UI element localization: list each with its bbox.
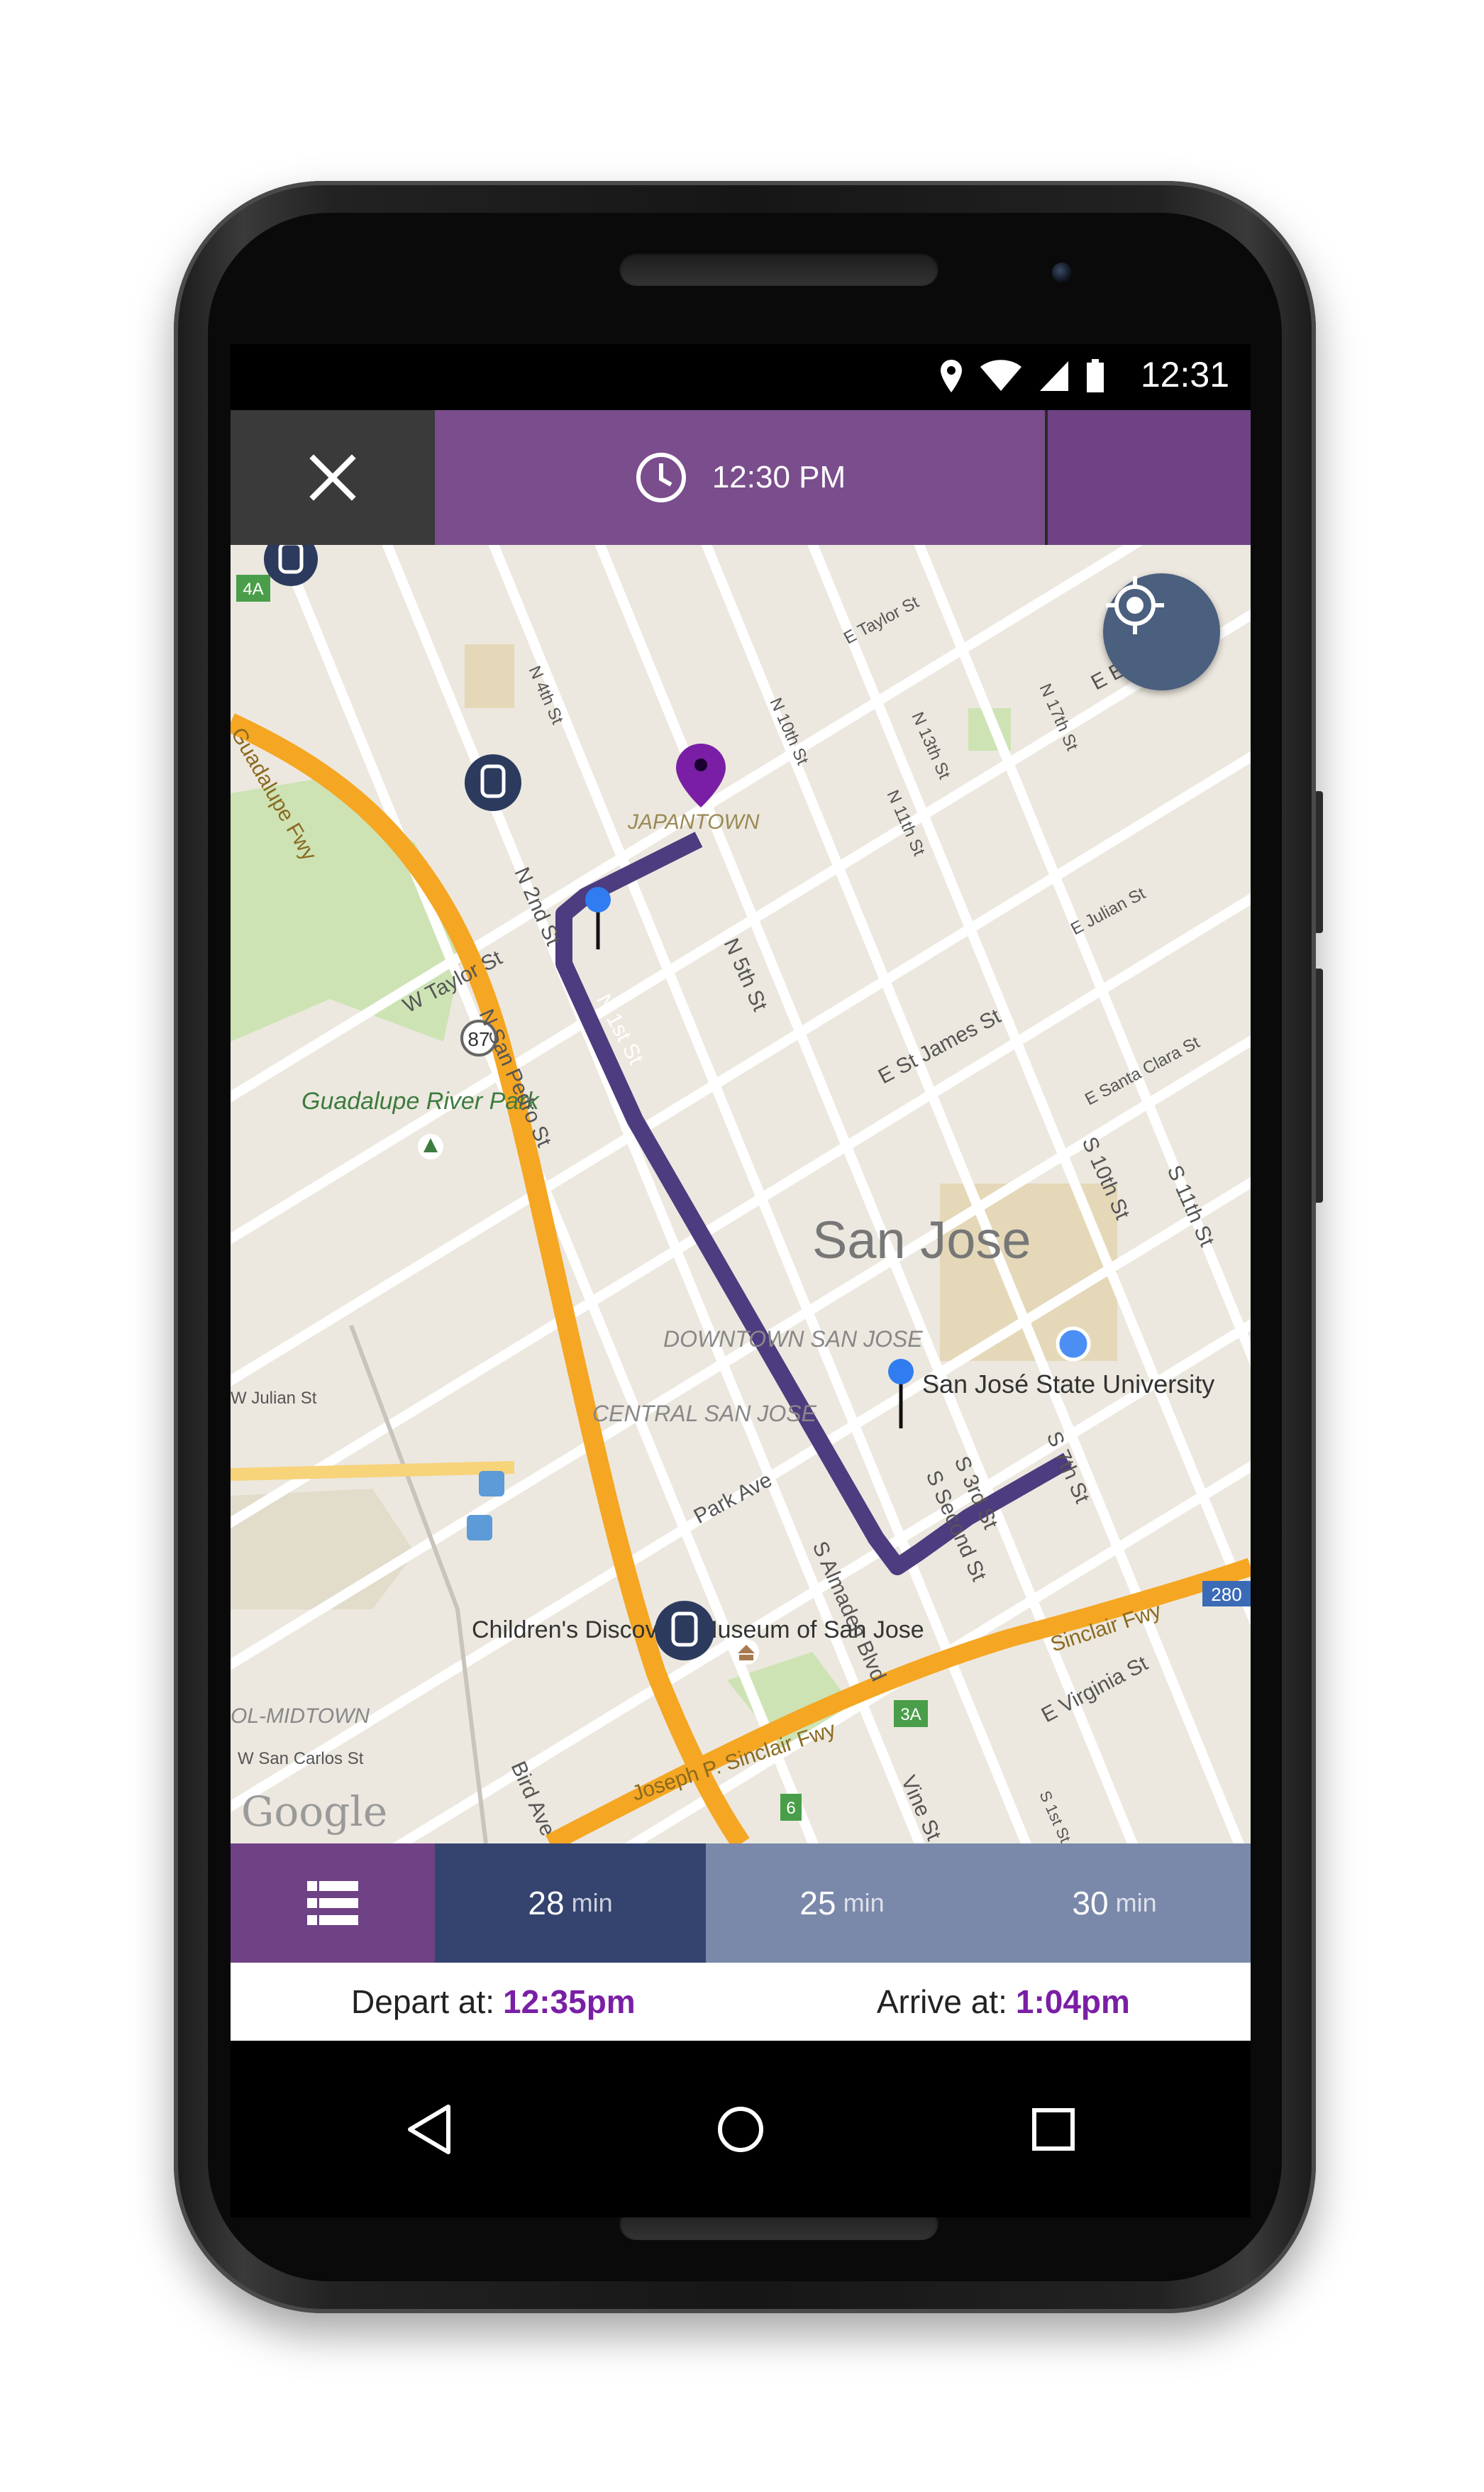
power-button bbox=[1316, 791, 1323, 933]
street-label: N 4th St bbox=[525, 663, 567, 727]
district-label-central: CENTRAL SAN JOSE bbox=[592, 1401, 817, 1426]
street-label: N 13th St bbox=[908, 709, 954, 782]
front-camera bbox=[1052, 263, 1072, 282]
depart-label: Depart at: bbox=[351, 1983, 495, 2020]
route-option-duration: 25 bbox=[799, 1885, 836, 1922]
route-option-unit: min bbox=[571, 1888, 613, 1917]
recents-button[interactable] bbox=[1014, 2090, 1092, 2168]
signal-icon bbox=[1040, 361, 1068, 391]
street-label: Joseph P. Sinclair Fwy bbox=[629, 1718, 838, 1806]
street-label: N 2nd St bbox=[510, 864, 565, 949]
transit-stop-marker[interactable] bbox=[465, 754, 521, 811]
arrive-time: Arrive at: 1:04pm bbox=[877, 1983, 1130, 2021]
system-nav-bar bbox=[231, 2041, 1251, 2217]
trip-times-bar: Depart at: 12:35pm Arrive at: 1:04pm bbox=[231, 1963, 1251, 2041]
home-button[interactable] bbox=[702, 2090, 780, 2168]
arrive-label: Arrive at: bbox=[876, 1983, 1007, 2020]
svg-text:4A: 4A bbox=[243, 580, 263, 599]
back-button[interactable] bbox=[390, 2090, 468, 2168]
status-bar: 12:31 bbox=[231, 344, 1251, 410]
shield-3a: 3A bbox=[894, 1700, 928, 1727]
map-view[interactable]: 87 280 4A 3A 6 San Jose JAPANTOWN DOWNTO… bbox=[231, 545, 1251, 1843]
depart-time: Depart at: 12:35pm bbox=[351, 1983, 636, 2021]
street-label: E St James St bbox=[875, 1005, 1005, 1089]
route-option-unit: min bbox=[1115, 1888, 1157, 1917]
district-label-japantown: JAPANTOWN bbox=[627, 810, 760, 834]
shield-280: 280 bbox=[1202, 1581, 1251, 1606]
route-waypoint-marker bbox=[585, 887, 611, 949]
transit-stop-marker[interactable] bbox=[264, 545, 318, 586]
poi-guadalupe-park: Guadalupe River Park bbox=[301, 1088, 541, 1115]
district-label-midtown: OL-MIDTOWN bbox=[231, 1704, 370, 1728]
close-button[interactable] bbox=[231, 410, 435, 545]
arrive-value: 1:04pm bbox=[1015, 1983, 1130, 2020]
shield-6: 6 bbox=[780, 1794, 802, 1821]
volume-button bbox=[1316, 969, 1323, 1203]
depart-value: 12:35pm bbox=[503, 1983, 636, 2020]
topbar-extra-button[interactable] bbox=[1048, 410, 1251, 545]
clock-icon bbox=[636, 453, 686, 502]
street-label: E Julian St bbox=[1068, 883, 1148, 939]
museum-icon bbox=[733, 1639, 759, 1665]
crosshair-icon bbox=[1106, 576, 1164, 634]
earpiece-speaker bbox=[619, 252, 938, 286]
highway-julian bbox=[231, 1461, 515, 1481]
my-location-button[interactable] bbox=[1103, 573, 1220, 690]
district-label-downtown: DOWNTOWN SAN JOSE bbox=[663, 1326, 923, 1352]
battery-icon bbox=[1087, 359, 1104, 392]
departure-time-button[interactable]: 12:30 PM bbox=[435, 410, 1045, 545]
svg-text:280: 280 bbox=[1211, 1584, 1241, 1605]
route-start-dot bbox=[1056, 1326, 1091, 1362]
street-label: E Taylor St bbox=[841, 592, 922, 648]
status-time: 12:31 bbox=[1140, 355, 1229, 395]
phone-screen: 12:31 12:30 PM 87 280 4A 3A 6 San Jose J… bbox=[231, 344, 1251, 2217]
street-label: W San Carlos St bbox=[238, 1749, 364, 1768]
route-option-duration: 28 bbox=[528, 1885, 565, 1922]
google-attribution: Google bbox=[241, 1787, 387, 1836]
street-label: S 1st St bbox=[1036, 1788, 1074, 1843]
street-label: W Julian St bbox=[231, 1389, 317, 1408]
wifi-icon bbox=[980, 360, 1021, 391]
street-label: Bird Ave bbox=[506, 1758, 560, 1839]
park-tree-icon bbox=[418, 1134, 443, 1159]
route-option-3[interactable]: 30 min bbox=[978, 1843, 1251, 1963]
list-icon bbox=[307, 1881, 358, 1925]
close-icon bbox=[309, 454, 356, 501]
departure-time-label: 12:30 PM bbox=[711, 460, 846, 495]
svg-text:3A: 3A bbox=[900, 1705, 921, 1724]
street-label: Park Ave bbox=[690, 1468, 776, 1528]
city-label: San Jose bbox=[812, 1211, 1031, 1269]
poi-sjsu: San José State University bbox=[922, 1369, 1214, 1399]
map-canvas: 87 280 4A 3A 6 San Jose JAPANTOWN DOWNTO… bbox=[231, 545, 1251, 1843]
route-option-unit: min bbox=[843, 1888, 885, 1917]
top-bar: 12:30 PM bbox=[231, 410, 1251, 545]
recents-icon bbox=[1032, 2108, 1075, 2151]
svg-text:6: 6 bbox=[786, 1799, 795, 1818]
home-icon bbox=[718, 2107, 763, 2152]
route-options-bar: 28 min 25 min 30 min bbox=[231, 1843, 1251, 1963]
back-icon bbox=[408, 2105, 450, 2154]
location-icon bbox=[941, 360, 962, 392]
map-block bbox=[465, 644, 514, 708]
route-option-1[interactable]: 28 min bbox=[435, 1843, 706, 1963]
route-option-2[interactable]: 25 min bbox=[706, 1843, 978, 1963]
route-option-duration: 30 bbox=[1072, 1885, 1109, 1922]
shield-4a: 4A bbox=[236, 575, 270, 602]
transit-stop-marker[interactable] bbox=[655, 1601, 714, 1660]
status-icons bbox=[939, 358, 1105, 394]
list-view-button[interactable] bbox=[231, 1843, 435, 1963]
